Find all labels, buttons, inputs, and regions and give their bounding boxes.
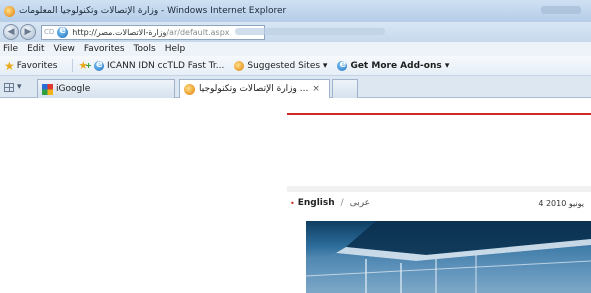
grid-icon [4, 82, 14, 92]
menu-favorites[interactable]: Favorites [84, 44, 125, 54]
language-arabic-link[interactable]: عربى [350, 198, 370, 208]
google-icon [42, 83, 53, 95]
tab-label: وزارة الإتصالات وتكنولوجيا ... [199, 84, 309, 94]
fav-item-label: ICANN IDN ccTLD Fast Tr... [107, 60, 225, 71]
ie-orange-icon [234, 60, 245, 71]
ie-icon [94, 59, 104, 71]
page-content: • English / عربى 4 يونيو 2010 [0, 98, 591, 293]
tab-igoogle[interactable]: iGoogle [37, 79, 175, 98]
navigation-bar: ◀ ▶ CD http://وزارة-الاتصالات.مصر/ar/def… [0, 22, 591, 42]
language-english-link[interactable]: English [298, 198, 335, 208]
ie-page-icon [4, 5, 15, 17]
window-title: وزارة الإتصالات وتكنولوجيا المعلومات - W… [19, 6, 287, 16]
favorites-button[interactable]: ★ Favorites [4, 59, 57, 73]
tab-ministry[interactable]: وزارة الإتصالات وتكنولوجيا ... × [179, 79, 330, 98]
ie-icon [57, 26, 69, 38]
back-icon: ◀ [7, 27, 15, 37]
building-illustration [306, 221, 591, 293]
language-separator: / [340, 198, 344, 208]
menu-bar: File Edit View Favorites Tools Help [0, 42, 591, 56]
quick-tabs-button[interactable]: ▾ [4, 80, 34, 94]
menu-file[interactable]: File [3, 44, 18, 54]
address-host: http://وزارة-الاتصالات.مصر [72, 27, 167, 37]
window-controls[interactable] [541, 6, 581, 14]
address-bar[interactable]: CD http://وزارة-الاتصالات.مصر/ar/default… [41, 24, 265, 40]
forward-button[interactable]: ▶ [20, 24, 36, 40]
star-icon: ★ [4, 58, 15, 73]
language-date-bar: • English / عربى 4 يونيو 2010 [287, 192, 591, 214]
fav-item-label: Suggested Sites ▾ [247, 60, 328, 71]
plus-icon: + [85, 61, 92, 70]
title-bar: وزارة الإتصالات وتكنولوجيا المعلومات - W… [0, 0, 591, 22]
tab-label: iGoogle [56, 84, 91, 94]
banner-image [306, 221, 591, 293]
favorites-label: Favorites [16, 60, 58, 71]
fav-item-get-addons[interactable]: Get More Add-ons ▾ [337, 59, 450, 71]
ie-icon [337, 59, 348, 71]
menu-tools[interactable]: Tools [134, 44, 156, 54]
fav-item-label: Get More Add-ons ▾ [350, 60, 450, 71]
address-path: /ar/default.aspx [166, 27, 230, 37]
menu-help[interactable]: Help [165, 44, 186, 54]
chevron-down-icon: ▾ [17, 82, 22, 92]
new-tab-button[interactable] [332, 79, 358, 98]
header-rule [287, 113, 591, 115]
bullet-icon: • [290, 198, 295, 208]
fav-item-suggested-sites[interactable]: Suggested Sites ▾ [234, 60, 328, 71]
tab-bar: ▾ iGoogle وزارة الإتصالات وتكنولوجيا ...… [0, 76, 591, 98]
address-prefix: CD [44, 28, 55, 36]
ie-orange-icon [184, 83, 195, 95]
fav-item-icann[interactable]: ICANN IDN ccTLD Fast Tr... [94, 59, 225, 71]
forward-icon: ▶ [24, 27, 32, 37]
menu-view[interactable]: View [54, 44, 75, 54]
date-label: 4 يونيو 2010 [538, 198, 584, 208]
search-box[interactable] [235, 28, 385, 35]
favorites-bar: ★ Favorites ★ + ICANN IDN ccTLD Fast Tr..… [0, 56, 591, 76]
menu-edit[interactable]: Edit [27, 44, 44, 54]
back-button[interactable]: ◀ [3, 24, 19, 40]
close-icon[interactable]: × [312, 84, 320, 94]
divider [72, 59, 74, 72]
